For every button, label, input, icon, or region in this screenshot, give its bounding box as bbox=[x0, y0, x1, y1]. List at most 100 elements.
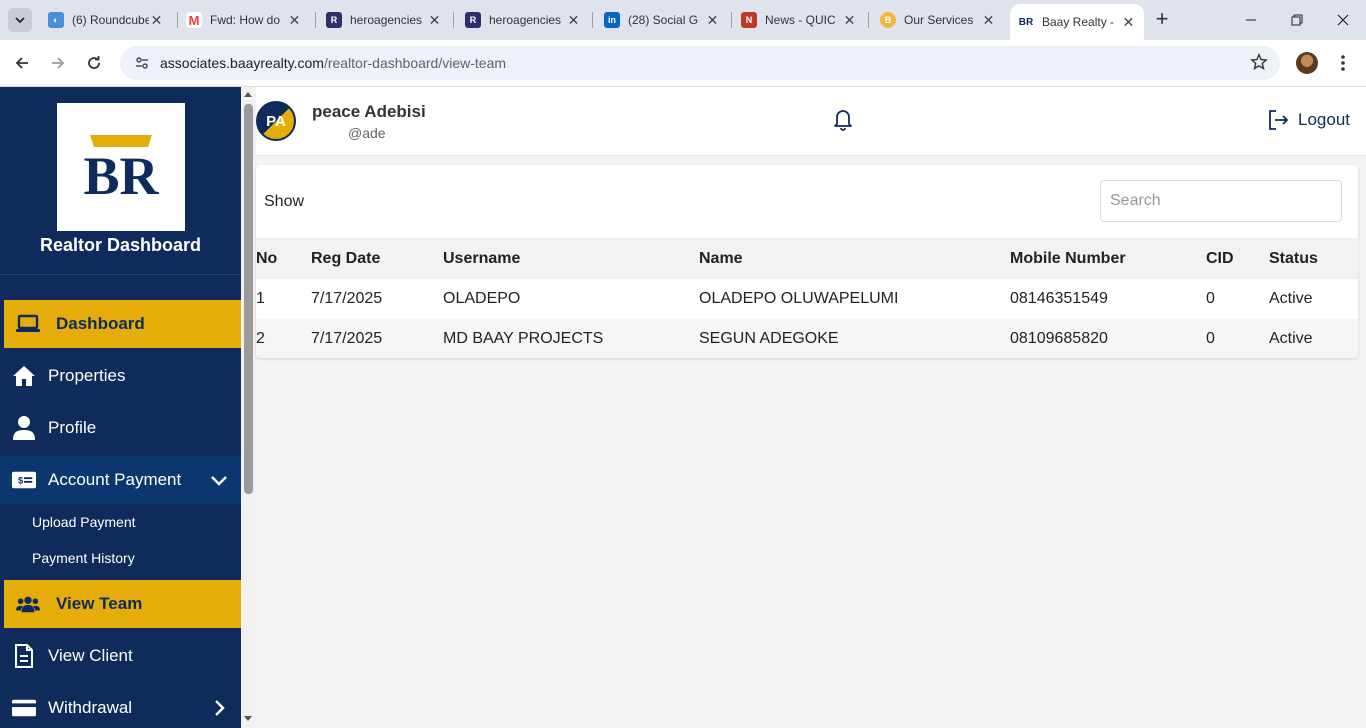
sidebar-item-label: Dashboard bbox=[56, 314, 145, 333]
column-header-username[interactable]: Username bbox=[443, 238, 699, 279]
address-bar[interactable]: associates.baayrealty.com/realtor-dashbo… bbox=[120, 46, 1280, 80]
team-table: No Reg Date Username Name Mobile Number … bbox=[256, 238, 1358, 358]
minimize-button[interactable] bbox=[1228, 6, 1274, 34]
url-text: associates.baayrealty.com/realtor-dashbo… bbox=[160, 55, 506, 71]
browser-tab[interactable]: B Our Services ✕ bbox=[872, 6, 1004, 34]
browser-tab-active[interactable]: BR Baay Realty - ✕ bbox=[1010, 4, 1144, 40]
roundcube-icon: ◐ bbox=[48, 12, 64, 28]
cell-status: Active bbox=[1269, 319, 1358, 358]
column-header-mobile-number[interactable]: Mobile Number bbox=[1010, 238, 1206, 279]
arrow-right-icon bbox=[52, 57, 65, 69]
cell-no: 2 bbox=[256, 319, 311, 358]
column-header-name[interactable]: Name bbox=[699, 238, 1010, 279]
house-icon bbox=[12, 364, 36, 388]
baay-realty-icon: BR bbox=[1018, 14, 1034, 30]
cell-name: OLADEPO OLUWAPELUMI bbox=[699, 279, 1010, 319]
close-window-button[interactable] bbox=[1320, 6, 1366, 34]
tab-title: heroagencies bbox=[350, 13, 423, 27]
services-icon: B bbox=[880, 12, 896, 28]
close-icon[interactable]: ✕ bbox=[842, 12, 857, 29]
table-header-row: No Reg Date Username Name Mobile Number … bbox=[256, 238, 1358, 279]
forward-button[interactable] bbox=[45, 50, 71, 76]
tab-separator bbox=[731, 12, 732, 28]
more-vertical-icon bbox=[1341, 55, 1345, 71]
browser-tab[interactable]: in (28) Social G ✕ bbox=[596, 6, 728, 34]
notifications-button[interactable] bbox=[831, 107, 855, 131]
linkedin-icon: in bbox=[604, 12, 620, 28]
credit-card-icon bbox=[12, 696, 36, 720]
sidebar-item-view-client[interactable]: View Client bbox=[0, 632, 241, 680]
close-icon[interactable]: ✕ bbox=[149, 12, 164, 29]
sidebar-item-properties[interactable]: Properties bbox=[0, 352, 241, 400]
browser-menu-button[interactable] bbox=[1332, 52, 1354, 74]
laptop-icon bbox=[16, 312, 40, 336]
show-entries-label: Show bbox=[264, 193, 305, 210]
sidebar-item-label: Profile bbox=[48, 418, 97, 437]
sidebar-item-label: Account Payment bbox=[48, 470, 182, 489]
scrollbar-thumb[interactable] bbox=[244, 104, 253, 494]
sidebar-item-profile[interactable]: Profile bbox=[0, 404, 241, 452]
sidebar-subitem-upload-payment[interactable]: Upload Payment bbox=[32, 514, 136, 530]
sidebar-item-withdrawal[interactable]: Withdrawal bbox=[0, 684, 241, 728]
url-path: /realtor-dashboard/view-team bbox=[323, 55, 507, 71]
tab-search-button[interactable] bbox=[8, 8, 32, 32]
arrow-left-icon bbox=[15, 57, 28, 69]
svg-text:BR: BR bbox=[83, 146, 159, 206]
sidebar-scrollbar[interactable] bbox=[241, 87, 256, 728]
cell-reg-date: 7/17/2025 bbox=[311, 319, 443, 358]
brand-logo[interactable]: BR bbox=[57, 103, 185, 231]
cell-no: 1 bbox=[256, 279, 311, 319]
close-icon[interactable]: ✕ bbox=[566, 12, 581, 29]
column-header-no[interactable]: No bbox=[256, 238, 311, 279]
browser-tab[interactable]: ◐ (6) Roundcube ✕ bbox=[40, 6, 172, 34]
tab-separator bbox=[453, 12, 454, 28]
heroagencies-icon: R bbox=[465, 12, 481, 28]
browser-tab[interactable]: M Fwd: How do ✕ bbox=[178, 6, 310, 34]
close-icon[interactable]: ✕ bbox=[705, 12, 720, 29]
column-header-status[interactable]: Status bbox=[1269, 238, 1358, 279]
close-icon[interactable]: ✕ bbox=[427, 12, 442, 29]
new-tab-button[interactable]: + bbox=[1150, 8, 1174, 32]
restore-button[interactable] bbox=[1274, 6, 1320, 34]
cell-reg-date: 7/17/2025 bbox=[311, 279, 443, 319]
column-header-cid[interactable]: CID bbox=[1206, 238, 1269, 279]
close-icon[interactable]: ✕ bbox=[287, 12, 302, 29]
main-header: PA peace Adebisi @ade Logout bbox=[256, 87, 1366, 156]
scroll-up-arrow-icon[interactable] bbox=[244, 92, 252, 97]
column-header-reg-date[interactable]: Reg Date bbox=[311, 238, 443, 279]
browser-tab[interactable]: R heroagencies ✕ bbox=[318, 6, 450, 34]
site-info-icon[interactable] bbox=[124, 55, 160, 71]
cell-cid: 0 bbox=[1206, 279, 1269, 319]
browser-tab[interactable]: R heroagencies ✕ bbox=[457, 6, 589, 34]
close-icon[interactable]: ✕ bbox=[1121, 14, 1136, 31]
close-icon[interactable]: ✕ bbox=[981, 12, 996, 29]
sidebar-item-dashboard[interactable]: Dashboard bbox=[4, 300, 241, 348]
sidebar-item-account-payment[interactable]: $ Account Payment bbox=[0, 456, 241, 504]
avatar[interactable]: PA bbox=[256, 101, 296, 141]
cell-mobile-number: 08109685820 bbox=[1010, 319, 1206, 358]
sidebar-divider bbox=[0, 274, 241, 275]
close-icon bbox=[1337, 14, 1349, 26]
tab-title: Baay Realty - bbox=[1042, 15, 1115, 29]
reload-button[interactable] bbox=[81, 50, 107, 76]
browser-profile-avatar[interactable] bbox=[1296, 52, 1318, 74]
news-icon: N bbox=[741, 12, 757, 28]
reload-icon bbox=[88, 56, 100, 69]
logout-label: Logout bbox=[1298, 110, 1350, 129]
sidebar-item-view-team[interactable]: View Team bbox=[4, 580, 241, 628]
chevron-right-icon bbox=[215, 700, 225, 716]
bookmark-star-icon[interactable] bbox=[1250, 53, 1268, 76]
tab-separator bbox=[592, 12, 593, 28]
sidebar-item-label: Properties bbox=[48, 366, 126, 385]
scroll-down-arrow-icon[interactable] bbox=[244, 716, 252, 721]
chevron-down-icon bbox=[15, 17, 25, 24]
logout-button[interactable]: Logout bbox=[1266, 108, 1350, 132]
back-button[interactable] bbox=[9, 50, 35, 76]
cell-username: OLADEPO bbox=[443, 279, 699, 319]
cell-cid: 0 bbox=[1206, 319, 1269, 358]
heroagencies-icon: R bbox=[326, 12, 342, 28]
search-input[interactable] bbox=[1100, 180, 1342, 222]
restore-icon bbox=[1291, 14, 1303, 26]
browser-tab[interactable]: N News - QUIC ✕ bbox=[733, 6, 865, 34]
sidebar-subitem-payment-history[interactable]: Payment History bbox=[32, 550, 135, 566]
